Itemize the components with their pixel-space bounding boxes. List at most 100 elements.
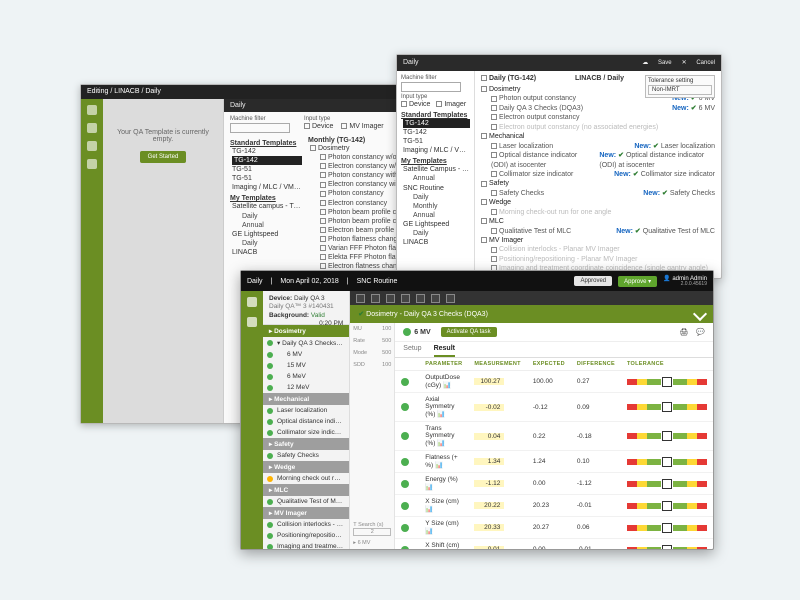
chart-icon[interactable]: 📊	[425, 484, 433, 491]
my-item[interactable]: Annual	[403, 174, 470, 183]
my-item[interactable]: Annual	[232, 221, 302, 230]
nav-item[interactable]: Positioning/repositioning - Planar MV Im…	[263, 530, 349, 541]
tab-result[interactable]: Result	[434, 342, 455, 357]
chart-icon[interactable]: 📊	[435, 462, 443, 469]
item-checkbox[interactable]	[320, 191, 326, 197]
tree-group[interactable]: Wedge	[481, 198, 715, 207]
tree-group[interactable]: MLC	[481, 217, 715, 226]
my-item[interactable]: Satellite Campus - TrueBeam	[403, 165, 470, 174]
std-item[interactable]: TG-51	[232, 165, 302, 174]
tolerance-value[interactable]: Non-IMRT	[648, 85, 712, 95]
nav-item[interactable]: Collimator size indicator	[263, 427, 349, 438]
item-checkbox[interactable]	[320, 209, 326, 215]
std-item[interactable]: TG-51	[403, 137, 470, 146]
rail-calendar-icon[interactable]	[87, 141, 97, 151]
my-item[interactable]: SNC Routine	[403, 184, 470, 193]
item-checkbox[interactable]	[320, 163, 326, 169]
machine-filter-search-input[interactable]	[230, 123, 290, 133]
std-item-selected[interactable]: TG-142	[403, 119, 470, 128]
device-checkbox[interactable]	[304, 123, 310, 129]
rail-home-icon[interactable]	[247, 297, 257, 307]
activate-qa-task-button[interactable]: Activate QA task	[441, 327, 497, 337]
nav-energy[interactable]: 15 MV	[263, 360, 349, 371]
item-checkbox[interactable]	[320, 154, 326, 160]
my-item[interactable]: GE Lightspeed	[403, 220, 470, 229]
chart-icon[interactable]: 📊	[425, 528, 433, 535]
std-item-selected[interactable]: TG-142	[232, 156, 302, 165]
chart-icon[interactable]: 📊	[437, 411, 445, 418]
chart-icon[interactable]: 📊	[437, 440, 445, 447]
nav-cat-wedge[interactable]: ▸ Wedge	[263, 461, 349, 473]
rail-print-icon[interactable]	[247, 317, 257, 327]
imager-checkbox[interactable]	[436, 101, 442, 107]
group-checkbox[interactable]	[310, 145, 316, 151]
strip-icon[interactable]	[356, 294, 365, 303]
strip-icon[interactable]	[431, 294, 440, 303]
my-item[interactable]: Daily	[403, 193, 470, 202]
strip-icon[interactable]	[386, 294, 395, 303]
tree-item[interactable]: Positioning/repositioning - Planar MV Im…	[481, 255, 715, 264]
my-item[interactable]: Annual	[403, 211, 470, 220]
my-item[interactable]: Monthly	[403, 202, 470, 211]
tree-group[interactable]: Safety	[481, 179, 715, 188]
item-checkbox[interactable]	[320, 254, 326, 260]
my-item[interactable]: LINACB	[232, 248, 302, 257]
tree-item[interactable]: Qualitative Test of MLCNew: ✔Qualitative…	[481, 227, 715, 236]
tree-item[interactable]: Laser localizationNew: ✔Laser localizati…	[481, 142, 715, 151]
t-search-input[interactable]: 2	[353, 528, 391, 536]
chart-icon[interactable]: 📊	[443, 382, 451, 389]
tree-item[interactable]: Electron output constancy	[481, 113, 715, 122]
tree-group[interactable]: Mechanical	[481, 132, 715, 141]
my-item[interactable]: Daily	[403, 229, 470, 238]
strip-icon[interactable]	[401, 294, 410, 303]
std-item[interactable]: TG-142	[403, 128, 470, 137]
nav-item[interactable]: Collision interlocks - Planar MV Imager	[263, 519, 349, 530]
rail-tasks-icon[interactable]	[87, 123, 97, 133]
search-input[interactable]	[401, 82, 461, 92]
item-checkbox[interactable]	[320, 245, 326, 251]
save-button[interactable]: ☁ Save	[642, 60, 671, 66]
std-item[interactable]: Imaging / MLC / VMAT	[232, 183, 302, 192]
six-mv-toggle[interactable]: 6 MV	[358, 540, 371, 546]
root-checkbox[interactable]	[481, 75, 487, 81]
item-checkbox[interactable]	[320, 172, 326, 178]
chart-icon[interactable]: 📊	[425, 506, 433, 513]
item-checkbox[interactable]	[320, 236, 326, 242]
nav-item[interactable]: Qualitative Test of MLC	[263, 496, 349, 507]
nav-item[interactable]: Morning check out run for one angle	[263, 473, 349, 484]
tree-group[interactable]: MV Imager	[481, 236, 715, 245]
my-item[interactable]: Satellite campus - TrueBeam	[232, 202, 302, 211]
tree-item[interactable]: Electron output constancy (no associated…	[481, 123, 715, 132]
comment-icon[interactable]: 💬	[696, 328, 705, 336]
device-checkbox[interactable]	[401, 101, 407, 107]
tree-item[interactable]: Collision interlocks - Planar MV Imager	[481, 245, 715, 254]
tree-item[interactable]: Optical distance indicator (ODI) at isoc…	[481, 151, 715, 170]
item-checkbox[interactable]	[320, 263, 326, 269]
tolerance-setting[interactable]: Tolerance setting Non-IMRT	[645, 75, 715, 98]
tree-item[interactable]: Daily QA 3 Checks (DQA3)New: ✔6 MV	[481, 104, 715, 113]
nav-cat-safety[interactable]: ▸ Safety	[263, 438, 349, 450]
my-item[interactable]: Daily	[232, 212, 302, 221]
my-item[interactable]: Daily	[232, 239, 302, 248]
approve-button[interactable]: Approve ▾	[618, 276, 657, 287]
nav-cat-mechanical[interactable]: ▸ Mechanical	[263, 393, 349, 405]
nav-item[interactable]: Optical distance indicator (ODI) at isoc…	[263, 416, 349, 427]
tab-setup[interactable]: Setup	[403, 342, 421, 357]
mv-imager-checkbox[interactable]	[341, 123, 347, 129]
nav-energy[interactable]: 6 MV	[263, 349, 349, 360]
cancel-button[interactable]: ✕ Cancel	[682, 60, 715, 66]
my-item[interactable]: GE Lightspeed	[232, 230, 302, 239]
tree-item[interactable]: Morning check-out run for one angle	[481, 208, 715, 217]
nav-energy[interactable]: 12 MeV	[263, 382, 349, 393]
nav-item[interactable]: Safety Checks	[263, 450, 349, 461]
rail-settings-icon[interactable]	[87, 159, 97, 169]
rail-home-icon[interactable]	[87, 105, 97, 115]
monthly-item[interactable]: Photon constancy	[328, 190, 384, 197]
item-checkbox[interactable]	[320, 218, 326, 224]
my-item[interactable]: LINACB	[403, 238, 470, 247]
tree-item[interactable]: Safety ChecksNew: ✔Safety Checks	[481, 189, 715, 198]
nav-cat-mlc[interactable]: ▸ MLC	[263, 484, 349, 496]
get-started-button[interactable]: Get Started	[140, 151, 187, 163]
tree-item[interactable]: Collimator size indicatorNew: ✔Collimato…	[481, 170, 715, 179]
std-item[interactable]: TG-142	[232, 147, 302, 156]
